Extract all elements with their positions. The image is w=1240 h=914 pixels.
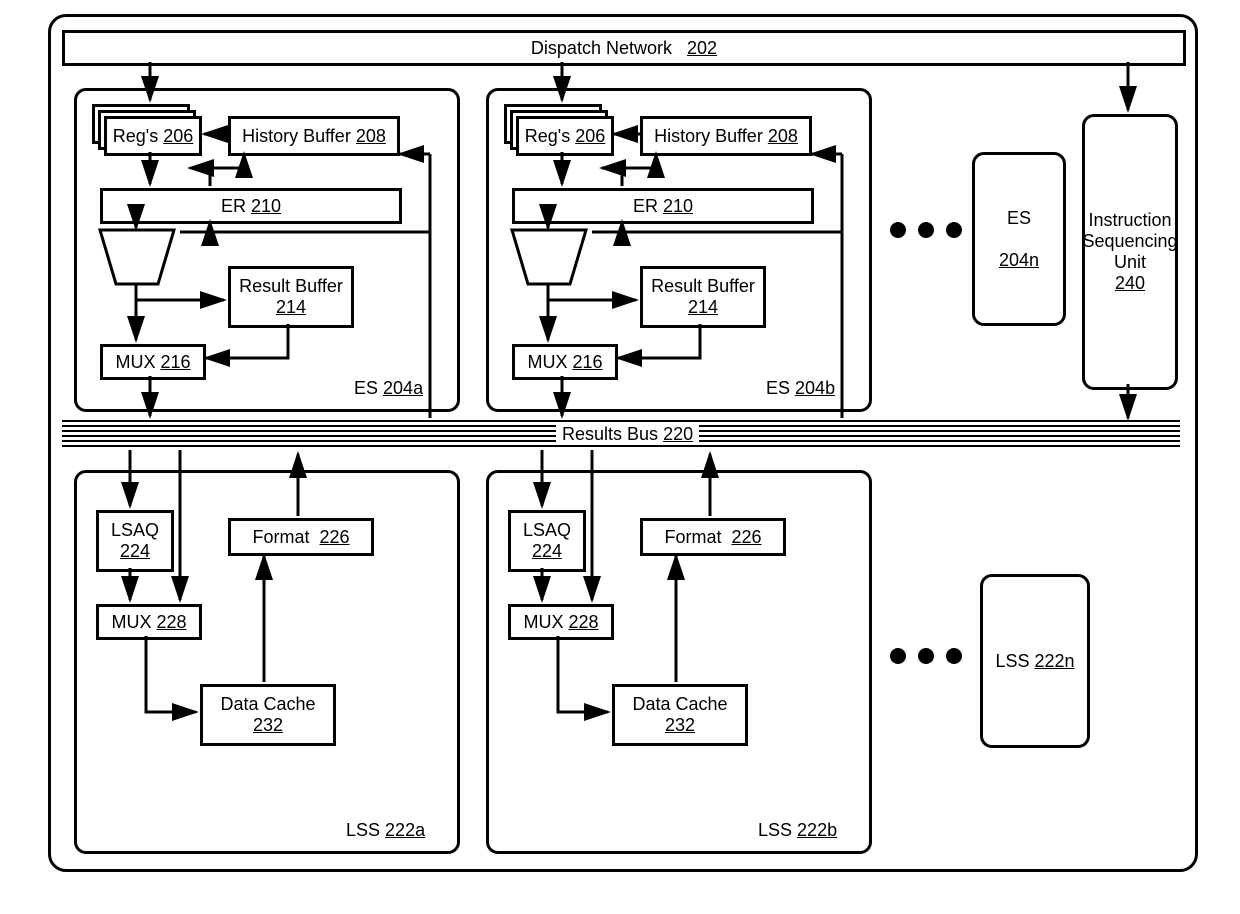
ellipsis-lss [884,648,968,669]
dispatch-ref: 202 [687,38,717,58]
er-a: ER 210 [100,188,402,224]
ellipsis-es [884,222,968,243]
mux-a: MUX 216 [100,344,206,380]
diagram-canvas: Dispatch Network 202 ES 204a Reg's 206 H… [0,0,1240,914]
result-buffer-a: Result Buffer214 [228,266,354,328]
alu-b-ref: 212 [526,258,556,279]
alu-a-label: ALU [112,238,147,259]
result-buffer-b: Result Buffer214 [640,266,766,328]
dispatch-label: Dispatch Network [531,38,672,58]
alu-a-ref: 212 [114,258,144,279]
er-b: ER 210 [512,188,814,224]
dcache-a: Data Cache232 [200,684,336,746]
history-b: History Buffer 208 [640,116,812,156]
alu-b-label: ALU [524,238,559,259]
es-204b-label: ES 204b [766,378,835,399]
mux-lss-b: MUX 228 [508,604,614,640]
isu: Instruction Sequencing Unit 240 [1082,114,1178,390]
format-b: Format 226 [640,518,786,556]
es-204n: ES 204n [972,152,1066,326]
regs-b: Reg's 206 [516,116,614,156]
es-204a-label: ES 204a [354,378,423,399]
lss-222b-label: LSS 222b [758,820,837,841]
results-bus-label: Results Bus 220 [556,424,699,445]
format-a: Format 226 [228,518,374,556]
lss-222a-label: LSS 222a [346,820,425,841]
history-a: History Buffer 208 [228,116,400,156]
mux-lss-a: MUX 228 [96,604,202,640]
regs-a: Reg's 206 [104,116,202,156]
mux-b: MUX 216 [512,344,618,380]
dispatch-network: Dispatch Network 202 [62,30,1186,66]
dcache-b: Data Cache232 [612,684,748,746]
lsaq-b: LSAQ224 [508,510,586,572]
lss-222n: LSS 222n [980,574,1090,748]
lsaq-a: LSAQ224 [96,510,174,572]
